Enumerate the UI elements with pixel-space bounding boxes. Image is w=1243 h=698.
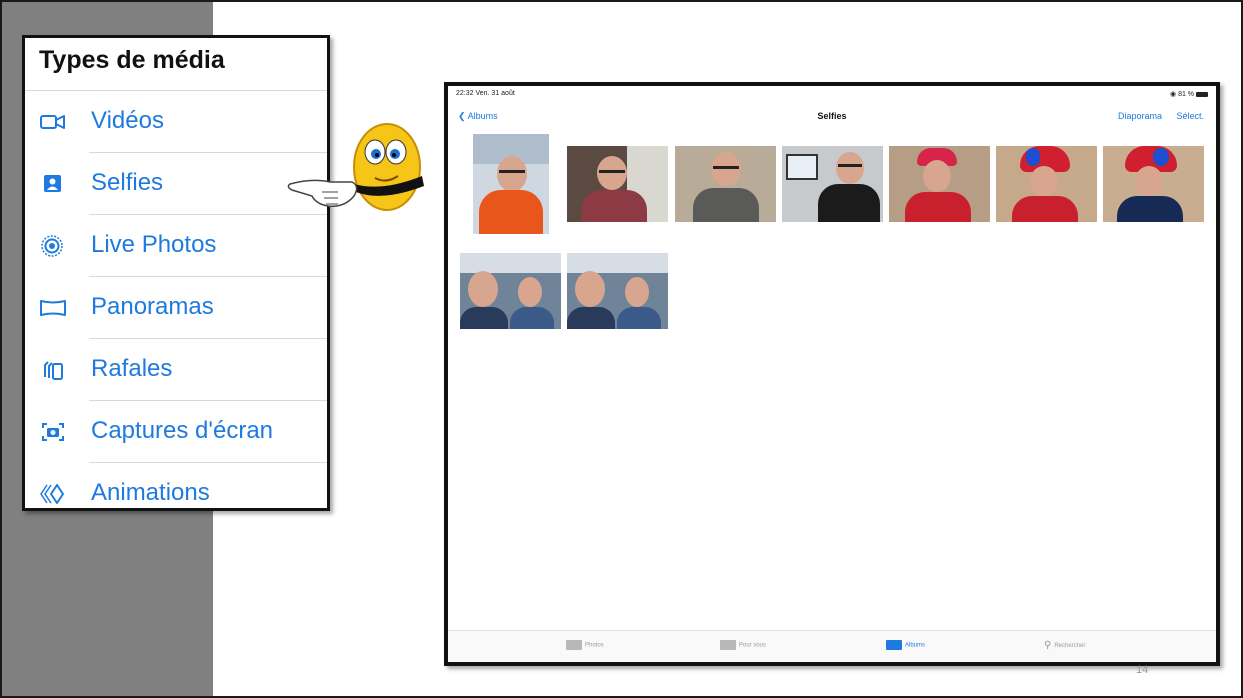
photo-thumbnail[interactable] <box>889 146 990 222</box>
tab-photos[interactable]: Photos <box>566 640 604 650</box>
video-icon <box>39 109 67 135</box>
pointing-smiley-icon <box>282 120 427 220</box>
select-button[interactable]: Sélect. <box>1176 111 1204 121</box>
photo-thumbnail[interactable] <box>996 146 1097 222</box>
for-you-tab-icon <box>720 640 736 650</box>
media-item-label: Animations <box>91 479 210 506</box>
tab-search[interactable]: ⚲ Rechercher <box>1044 640 1085 651</box>
photo-thumbnail[interactable] <box>675 146 776 222</box>
search-tab-icon: ⚲ <box>1044 640 1052 651</box>
ipad-screenshot: 22:32 Ven. 31 août ◉ 81 % ❮ Albums Selfi… <box>444 82 1220 666</box>
photo-thumbnail[interactable] <box>473 134 549 234</box>
animation-icon <box>39 481 67 507</box>
media-item-label: Vidéos <box>91 107 164 134</box>
page-number: 14 <box>1136 664 1149 676</box>
media-item-panoramas[interactable]: Panoramas <box>25 277 327 339</box>
tab-for-you[interactable]: Pour vous <box>720 640 766 650</box>
nav-bar: ❮ Albums Selfies Diaporama Sélect. <box>448 102 1216 130</box>
status-battery: ◉ 81 % <box>1170 90 1208 98</box>
media-item-screenshots[interactable]: Captures d'écran <box>25 401 327 463</box>
photo-thumbnail[interactable] <box>460 253 561 329</box>
battery-icon <box>1196 91 1208 97</box>
wifi-icon: ◉ <box>1170 91 1177 98</box>
status-time: 22:32 Ven. 31 août <box>456 90 515 97</box>
albums-tab-icon <box>886 640 902 650</box>
burst-icon <box>39 357 67 383</box>
screenshot-icon <box>39 419 67 445</box>
selfie-icon <box>39 171 67 197</box>
media-item-live-photos[interactable]: Live Photos <box>25 215 327 277</box>
tab-bar: Photos Pour vous Albums ⚲ Rechercher <box>448 630 1216 662</box>
media-types-title: Types de média <box>39 46 225 74</box>
media-types-panel: Types de média Vidéos Selfies Live Photo… <box>22 35 330 511</box>
media-item-label: Rafales <box>91 355 173 382</box>
slide: Types de média Vidéos Selfies Live Photo… <box>0 0 1243 698</box>
tab-albums[interactable]: Albums <box>886 640 925 650</box>
panorama-icon <box>39 295 67 321</box>
photo-thumbnail[interactable] <box>1103 146 1204 222</box>
photo-thumbnail[interactable] <box>567 146 668 222</box>
slideshow-button[interactable]: Diaporama <box>1118 111 1162 121</box>
media-item-label: Captures d'écran <box>91 417 274 444</box>
media-item-label: Panoramas <box>91 293 214 320</box>
photo-thumbnail[interactable] <box>567 253 668 329</box>
photos-tab-icon <box>566 640 582 650</box>
status-bar: 22:32 Ven. 31 août ◉ 81 % <box>448 86 1216 102</box>
album-title: Selfies <box>817 111 847 121</box>
photo-thumbnail[interactable] <box>782 146 883 222</box>
media-item-label: Selfies <box>91 169 164 196</box>
media-item-label: Live Photos <box>91 231 217 258</box>
media-item-bursts[interactable]: Rafales <box>25 339 327 401</box>
live-photo-icon <box>39 233 67 259</box>
media-item-animations[interactable]: Animations <box>25 463 327 508</box>
